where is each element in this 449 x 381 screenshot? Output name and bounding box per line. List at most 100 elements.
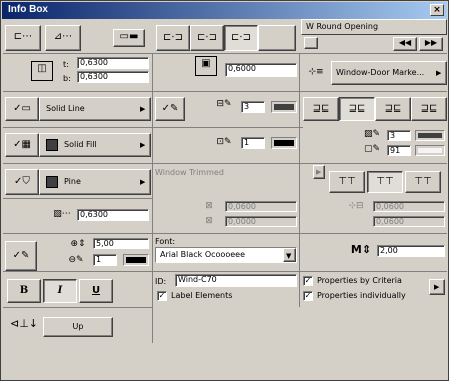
anchor-center-button[interactable]: ⊏⋅⊐ xyxy=(190,25,224,51)
trim-depth-icon: ⊠ xyxy=(205,201,213,211)
anchor-button[interactable]: ▭▬ xyxy=(113,29,145,47)
anchor-right-icon: ⊏⋅⊐ xyxy=(231,32,251,43)
underline-label: U xyxy=(91,285,101,296)
properties-arrow-button[interactable]: ▶ xyxy=(429,279,445,295)
anchor-icon: ▭▬ xyxy=(119,31,139,42)
height-input[interactable]: 0,6300 xyxy=(77,71,149,83)
fill-bg-pen-icon: ▢✎ xyxy=(363,144,381,154)
fill-bg-pen-color[interactable] xyxy=(415,145,445,156)
width-input[interactable]: 0,6300 xyxy=(77,57,149,69)
line-type-label: Solid Line xyxy=(46,104,85,113)
fill-fg-pen-icon: ▨✎ xyxy=(363,129,381,139)
text-size-icon: ⊕⇕ xyxy=(70,239,86,249)
material-arrow-icon: ▶ xyxy=(140,178,146,186)
forward-icon: ▶▶ xyxy=(424,38,438,47)
trim-arrow-icon: ▶ xyxy=(316,168,322,176)
divider-row6 xyxy=(3,233,447,234)
italic-button[interactable]: I xyxy=(43,279,77,303)
preview-toggle-button[interactable] xyxy=(304,37,318,49)
fill-check-icon: ✓▦ xyxy=(13,139,31,150)
label-elements-label: Label Elements xyxy=(171,291,233,300)
by-criteria-checkbox[interactable]: ✓ xyxy=(303,276,313,286)
fill-pen-color[interactable] xyxy=(271,137,297,149)
frame-b-icon: ⊤⊤ xyxy=(376,176,394,187)
line-pen-color[interactable] xyxy=(271,101,297,113)
fill-swatch xyxy=(46,139,58,151)
bold-button[interactable]: B xyxy=(7,279,41,303)
rewind-icon: ◀◀ xyxy=(398,38,412,47)
title-bar[interactable]: Info Box × xyxy=(2,2,447,19)
text-pen-toggle[interactable]: ✓✎ xyxy=(5,241,37,271)
next-button[interactable]: ▶▶ xyxy=(419,37,443,51)
info-box-window: Info Box × ⊏⋯ ⊿⋯ ▭▬ ⊏⋅⊐ ⊏⋅⊐ ⊏⋅⊐ W Round … xyxy=(0,0,449,381)
text-pen-input[interactable]: 1 xyxy=(93,254,117,266)
frame-c-button[interactable]: ⊤⊤ xyxy=(405,171,441,193)
close-button[interactable]: × xyxy=(430,4,444,16)
marker-dropdown[interactable]: Window-Door Marke... ▶ xyxy=(331,61,447,85)
anchor-left-button[interactable]: ⊏⋅⊐ xyxy=(156,25,190,51)
offset-icon: ▧⋯ xyxy=(53,209,71,219)
frame-a-button[interactable]: ⊤⊤ xyxy=(329,171,365,193)
geometry-method-button[interactable]: ⊿⋯ xyxy=(45,25,81,51)
text-check-icon: ✓✎ xyxy=(12,250,30,261)
trim-offset-input[interactable]: 0,0000 xyxy=(225,216,297,227)
fill-fg-pen-color[interactable] xyxy=(415,130,445,141)
fill-toggle[interactable]: ✓▦ xyxy=(5,133,39,157)
frame-b-button[interactable]: ⊤⊤ xyxy=(367,171,403,193)
settings-icon: ⊏⋯ xyxy=(13,31,33,42)
bold-label: B xyxy=(19,285,29,296)
previous-button[interactable]: ◀◀ xyxy=(393,37,417,51)
text-rotation-input[interactable]: 2,00 xyxy=(377,245,445,257)
material-toggle[interactable]: ✓⛉ xyxy=(5,169,39,195)
label-elements-checkbox[interactable]: ✓ xyxy=(157,291,167,301)
individually-checkbox[interactable]: ✓ xyxy=(303,291,313,301)
divider-row3 xyxy=(3,127,303,128)
material-dropdown[interactable]: Pine ▶ xyxy=(39,169,151,195)
fill-pen-icon: ⊡✎ xyxy=(216,137,232,147)
id-input[interactable]: Wind-C70 xyxy=(175,274,297,287)
fill-bg-pen-input[interactable]: 91 xyxy=(387,145,411,156)
reveal-b-button[interactable]: ⊒⊑ xyxy=(339,97,375,121)
reveal-c-button[interactable]: ⊒⊑ xyxy=(375,97,411,121)
reveal-a-icon: ⊒⊑ xyxy=(312,103,330,114)
line-pen-input[interactable]: 3 xyxy=(241,101,265,113)
fill-type-label: Solid Fill xyxy=(64,140,97,149)
frame-a-icon: ⊤⊤ xyxy=(338,176,356,187)
reveal-b-icon: ⊒⊑ xyxy=(348,103,366,114)
reveal-a-button[interactable]: ⊒⊑ xyxy=(303,97,339,121)
fill-fg-pen-input[interactable]: 3 xyxy=(387,130,411,141)
font-dropdown-arrow[interactable]: ▼ xyxy=(283,248,296,262)
sill-height-input[interactable]: 0,6000 xyxy=(225,63,297,77)
trim-label: Window Trimmed xyxy=(155,168,224,177)
frame-depth-input[interactable]: 0,0600 xyxy=(373,201,445,212)
orientation-dropdown[interactable]: Up xyxy=(43,317,113,337)
line-check-icon: ✓▭ xyxy=(13,103,31,114)
chevron-down-icon: ▼ xyxy=(286,252,292,260)
line-type-dropdown[interactable]: Solid Line ▶ xyxy=(39,97,151,121)
fill-type-arrow-icon: ▶ xyxy=(140,141,146,149)
offset-input[interactable]: 0,6300 xyxy=(77,209,149,221)
font-dropdown[interactable]: Arial Black Ocoooeee ▼ xyxy=(155,247,297,263)
divider-col1 xyxy=(152,53,153,343)
text-size-input[interactable]: 5,00 xyxy=(93,238,149,249)
underline-button[interactable]: U xyxy=(79,279,113,303)
line-type-arrow-icon: ▶ xyxy=(140,105,146,113)
trim-depth-input[interactable]: 0,0600 xyxy=(225,201,297,212)
text-pen-color[interactable] xyxy=(123,254,149,266)
line-pen-toggle[interactable]: ✓✎ xyxy=(155,97,185,121)
marker-icon: ⊹≡ xyxy=(308,67,324,77)
by-criteria-label: Properties by Criteria xyxy=(317,276,402,285)
marker-arrow-icon: ▶ xyxy=(436,69,442,77)
reveal-d-button[interactable]: ⊒⊑ xyxy=(411,97,447,121)
width-label: t: xyxy=(63,60,69,69)
tool-settings-button[interactable]: ⊏⋯ xyxy=(5,25,41,51)
opening-type-dropdown[interactable]: W Round Opening xyxy=(301,19,447,35)
frame-width-input[interactable]: 0,0600 xyxy=(373,216,445,227)
fill-type-dropdown[interactable]: Solid Fill ▶ xyxy=(39,133,151,157)
anchor-extra-button[interactable] xyxy=(258,25,296,51)
anchor-right-button[interactable]: ⊏⋅⊐ xyxy=(224,25,258,51)
trim-offset-icon: ⊠ xyxy=(205,216,213,226)
fill-pen-input[interactable]: 1 xyxy=(241,137,265,149)
trim-arrow-button[interactable]: ▶ xyxy=(313,165,325,179)
line-type-toggle[interactable]: ✓▭ xyxy=(5,97,39,121)
